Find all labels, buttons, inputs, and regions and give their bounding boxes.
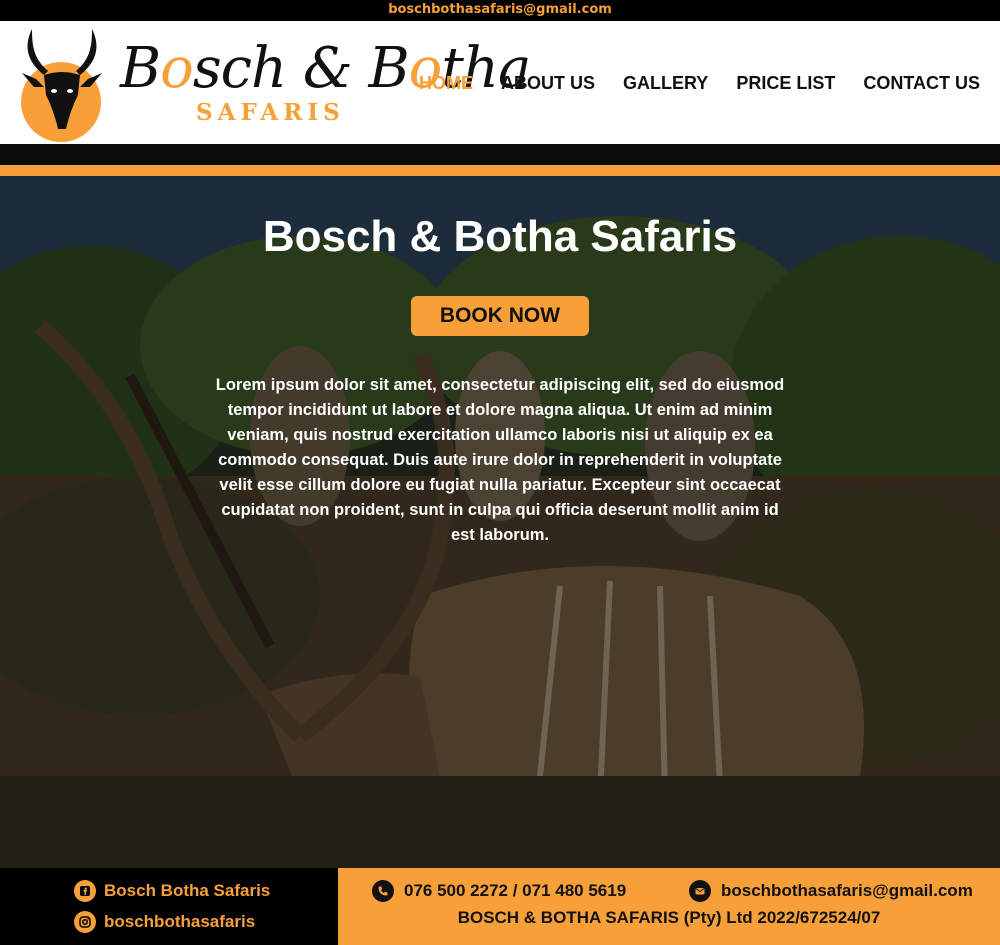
header-accent-band: [0, 165, 1000, 176]
header-dark-band: [0, 144, 1000, 165]
nav-item-home[interactable]: HOME: [419, 73, 473, 94]
nav-item-contact-us[interactable]: CONTACT US: [863, 73, 980, 94]
nav-item-price-list[interactable]: PRICE LIST: [736, 73, 835, 94]
phone-icon: [372, 880, 394, 902]
facebook-icon: [74, 880, 96, 902]
nav-item-gallery[interactable]: GALLERY: [623, 73, 708, 94]
nav-item-about-us[interactable]: ABOUT US: [501, 73, 595, 94]
top-email-link[interactable]: boschbothasafaris@gmail.com: [388, 2, 612, 17]
book-now-button[interactable]: BOOK NOW: [411, 296, 589, 336]
facebook-label: Bosch Botha Safaris: [104, 881, 271, 900]
company-registration: BOSCH & BOTHA SAFARIS (Pty) Ltd 2022/672…: [457, 908, 881, 927]
instagram-label: boschbothasafaris: [104, 912, 256, 931]
footer-facebook-link[interactable]: Bosch Botha Safaris: [74, 880, 270, 902]
top-email-bar: boschbothasafaris@gmail.com: [0, 0, 1000, 21]
hero-body-text: Lorem ipsum dolor sit amet, consectetur …: [215, 376, 785, 544]
footer-instagram-link[interactable]: boschbothasafaris: [74, 911, 255, 933]
main-nav: HOME ABOUT US GALLERY PRICE LIST CONTACT…: [419, 73, 980, 94]
instagram-icon: [74, 911, 96, 933]
antelope-logo-icon[interactable]: [18, 25, 106, 143]
mail-icon: [689, 880, 711, 902]
hero-title: Bosch & Botha Safaris: [262, 212, 738, 261]
footer-phone[interactable]: 076 500 2272 / 071 480 5619: [372, 880, 626, 902]
site-header: Bosch & Botha SAFARIS HOME ABOUT US GALL…: [0, 21, 1000, 144]
email-address: boschbothasafaris@gmail.com: [721, 881, 973, 900]
footer-email[interactable]: boschbothasafaris@gmail.com: [689, 880, 973, 902]
brand-subtitle: SAFARIS: [196, 99, 345, 126]
footer-social: Bosch Botha Safaris boschbothasafaris: [0, 868, 338, 945]
hero-section: Bosch & Botha Safaris BOOK NOW Lorem ips…: [0, 176, 1000, 868]
brand-name-script: Bosch & Botha: [120, 36, 531, 101]
phone-numbers: 076 500 2272 / 071 480 5619: [404, 881, 627, 900]
brand-logo-text[interactable]: Bosch & Botha SAFARIS: [120, 33, 531, 143]
footer-contact: 076 500 2272 / 071 480 5619 boschbothasa…: [338, 868, 1000, 945]
